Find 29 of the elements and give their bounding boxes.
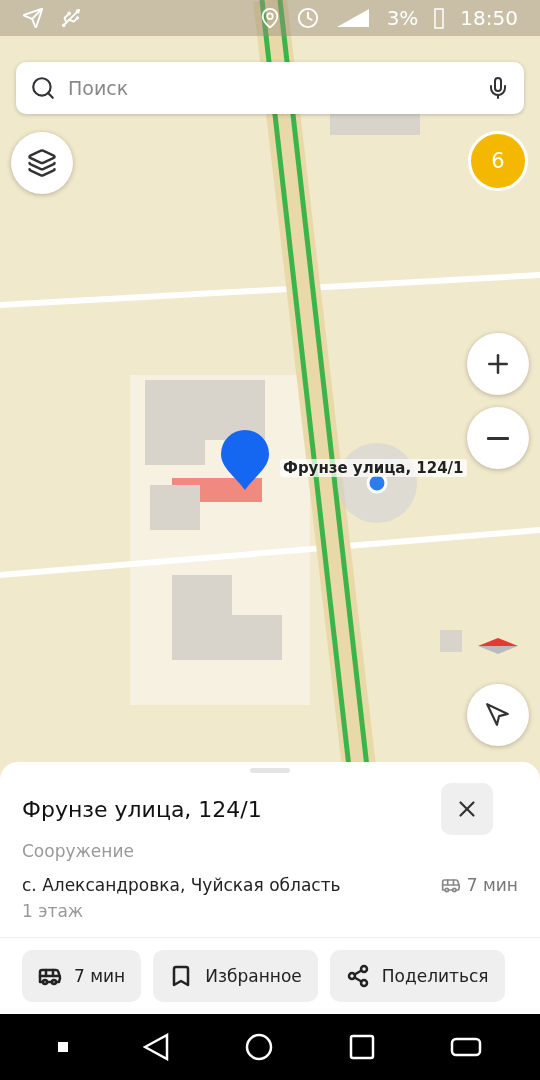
- home-icon[interactable]: [245, 1033, 273, 1062]
- usb-icon: [60, 7, 82, 29]
- bookmark-button[interactable]: Избранное: [153, 950, 318, 1003]
- minus-icon: [487, 436, 509, 440]
- search-field[interactable]: Поиск: [16, 62, 524, 114]
- place-floors: 1 этаж: [22, 901, 85, 922]
- place-title: Фрунзе улица, 124/1: [22, 796, 263, 822]
- back-icon[interactable]: [143, 1033, 170, 1062]
- battery-icon: [434, 7, 445, 29]
- place-address: с. Александровка, Чуйская область: [22, 875, 342, 896]
- menu-square-icon[interactable]: [57, 1042, 68, 1053]
- close-button[interactable]: [440, 783, 493, 836]
- search-icon: [30, 75, 56, 101]
- recents-icon[interactable]: [348, 1034, 375, 1061]
- compass-icon: [478, 636, 518, 656]
- sheet-handle[interactable]: [250, 768, 290, 774]
- clock-time: 18:50: [460, 6, 518, 30]
- navigation-arrow-icon: [485, 702, 511, 728]
- route-button[interactable]: 7 мин: [22, 950, 142, 1003]
- transit-time: 7 мин: [466, 875, 518, 896]
- share-icon: [345, 964, 370, 989]
- alarm-icon: [296, 7, 319, 29]
- share-button[interactable]: Поделиться: [329, 950, 505, 1003]
- search-placeholder: Поиск: [68, 77, 130, 99]
- telegram-icon: [22, 7, 44, 29]
- battery-percent: 3%: [386, 6, 419, 30]
- place-category: Сооружение: [22, 841, 135, 862]
- pin-label: Фрунзе улица, 124/1: [280, 459, 467, 477]
- layers-icon: [27, 148, 57, 178]
